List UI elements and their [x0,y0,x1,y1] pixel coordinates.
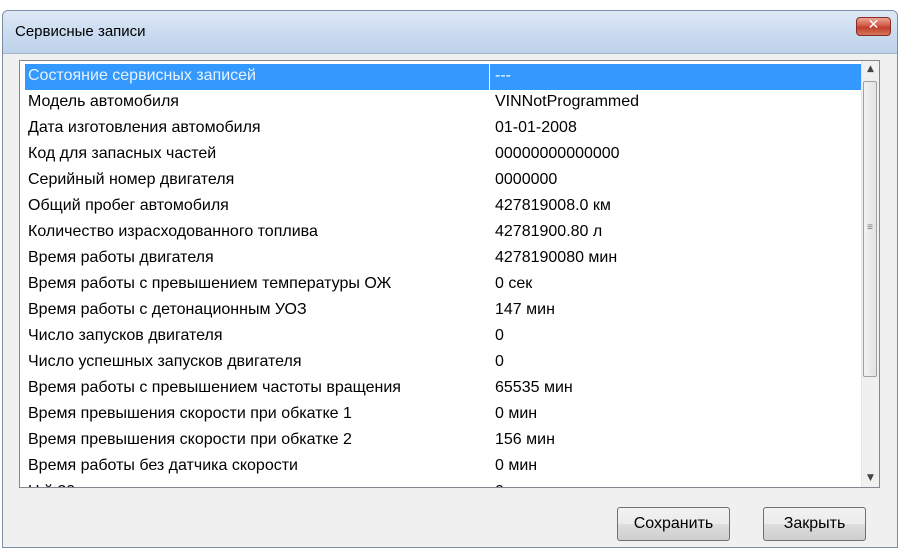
scrollbar-thumb[interactable]: ≡ [863,81,877,377]
record-name: Число успешных запусков двигателя [28,353,302,370]
record-value: --- [495,67,511,84]
scroll-up-icon[interactable]: ▲ [862,61,879,78]
service-records-window: Сервисные записи ✕ Состояние сервисных з… [2,10,898,548]
record-value: 42781900.80 л [495,223,603,240]
list-item[interactable]: Число успешных запусков двигателя 0 [25,350,865,376]
record-value: 01-01-2008 [495,119,577,136]
record-value: 0 [495,327,504,344]
record-value: 0 мин [495,405,538,422]
record-name: Время работы без датчика скорости [28,457,298,474]
vertical-scrollbar[interactable]: ▲ ≡ ▼ [861,61,879,487]
record-name: Время превышения скорости при обкатке 2 [28,431,352,448]
list-item[interactable]: Состояние сервисных записей --- [25,64,865,90]
record-name: Модель автомобиля [28,93,179,110]
list-item[interactable]: Общий пробег автомобиля 427819008.0 км [25,194,865,220]
record-name: Число запусков двигателя [28,327,223,344]
record-name: Серийный номер двигателя [28,171,235,188]
record-value: 427819008.0 км [495,197,611,214]
record-name: Дата изготовления автомобиля [28,119,261,136]
record-value: 0 мин [495,457,538,474]
close-button[interactable]: Закрыть [763,507,866,541]
list-item[interactable]: Время превышения скорости при обкатке 1 0… [25,402,865,428]
list-item[interactable]: Серийный номер двигателя 0000000 [25,168,865,194]
record-value: 65535 мин [495,379,573,396]
list-item[interactable]: Дата изготовления автомобиля 01-01-2008 [25,116,865,142]
list-item[interactable]: Время работы с превышением температуры О… [25,272,865,298]
record-name: Н й 20 [28,483,75,487]
record-name: Время работы двигателя [28,249,214,266]
close-window-button[interactable]: ✕ [856,17,891,36]
record-name: Количество израсходованного топлива [28,223,318,240]
list-item[interactable]: Число запусков двигателя 0 [25,324,865,350]
record-value: 4278190080 мин [495,249,618,266]
records-rows: Состояние сервисных записей --- Модель авт… [25,64,865,487]
list-item[interactable]: Код для запасных частей 00000000000000 [25,142,865,168]
record-value: 0 [495,353,504,370]
record-name: Время превышения скорости при обкатке 1 [28,405,352,422]
list-item[interactable]: Модель автомобиля VINNotProgrammed [25,90,865,116]
close-icon: ✕ [867,17,880,33]
record-value: 0 [495,483,504,487]
column-separator [489,64,490,90]
record-value: 0 сек [495,275,533,292]
list-item[interactable]: Время превышения скорости при обкатке 2 1… [25,428,865,454]
grip-icon: ≡ [867,222,873,233]
list-item[interactable]: Время работы с детонационным УОЗ 147 мин [25,298,865,324]
title-bar[interactable]: Сервисные записи ✕ [3,11,897,54]
record-value: 00000000000000 [495,145,620,162]
list-item[interactable]: Н й 20 0 [25,480,865,487]
record-name: Время работы с превышением температуры О… [28,275,392,292]
record-name: Общий пробег автомобиля [28,197,229,214]
record-name: Время работы с превышением частоты враще… [28,379,401,396]
scroll-down-icon[interactable]: ▼ [862,470,879,487]
record-name: Код для запасных частей [28,145,217,162]
record-value: VINNotProgrammed [495,93,640,110]
service-records-list[interactable]: Состояние сервисных записей --- Модель авт… [19,60,880,488]
list-item[interactable]: Количество израсходованного топлива 42781… [25,220,865,246]
window-title: Сервисные записи [15,23,146,40]
list-item[interactable]: Время работы без датчика скорости 0 мин [25,454,865,480]
list-item[interactable]: Время работы двигателя 4278190080 мин [25,246,865,272]
record-value: 156 мин [495,431,555,448]
record-value: 147 мин [495,301,555,318]
record-value: 0000000 [495,171,558,188]
list-item[interactable]: Время работы с превышением частоты враще… [25,376,865,402]
record-name: Состояние сервисных записей [28,67,256,84]
save-button[interactable]: Сохранить [617,507,730,541]
record-name: Время работы с детонационным УОЗ [28,301,307,318]
